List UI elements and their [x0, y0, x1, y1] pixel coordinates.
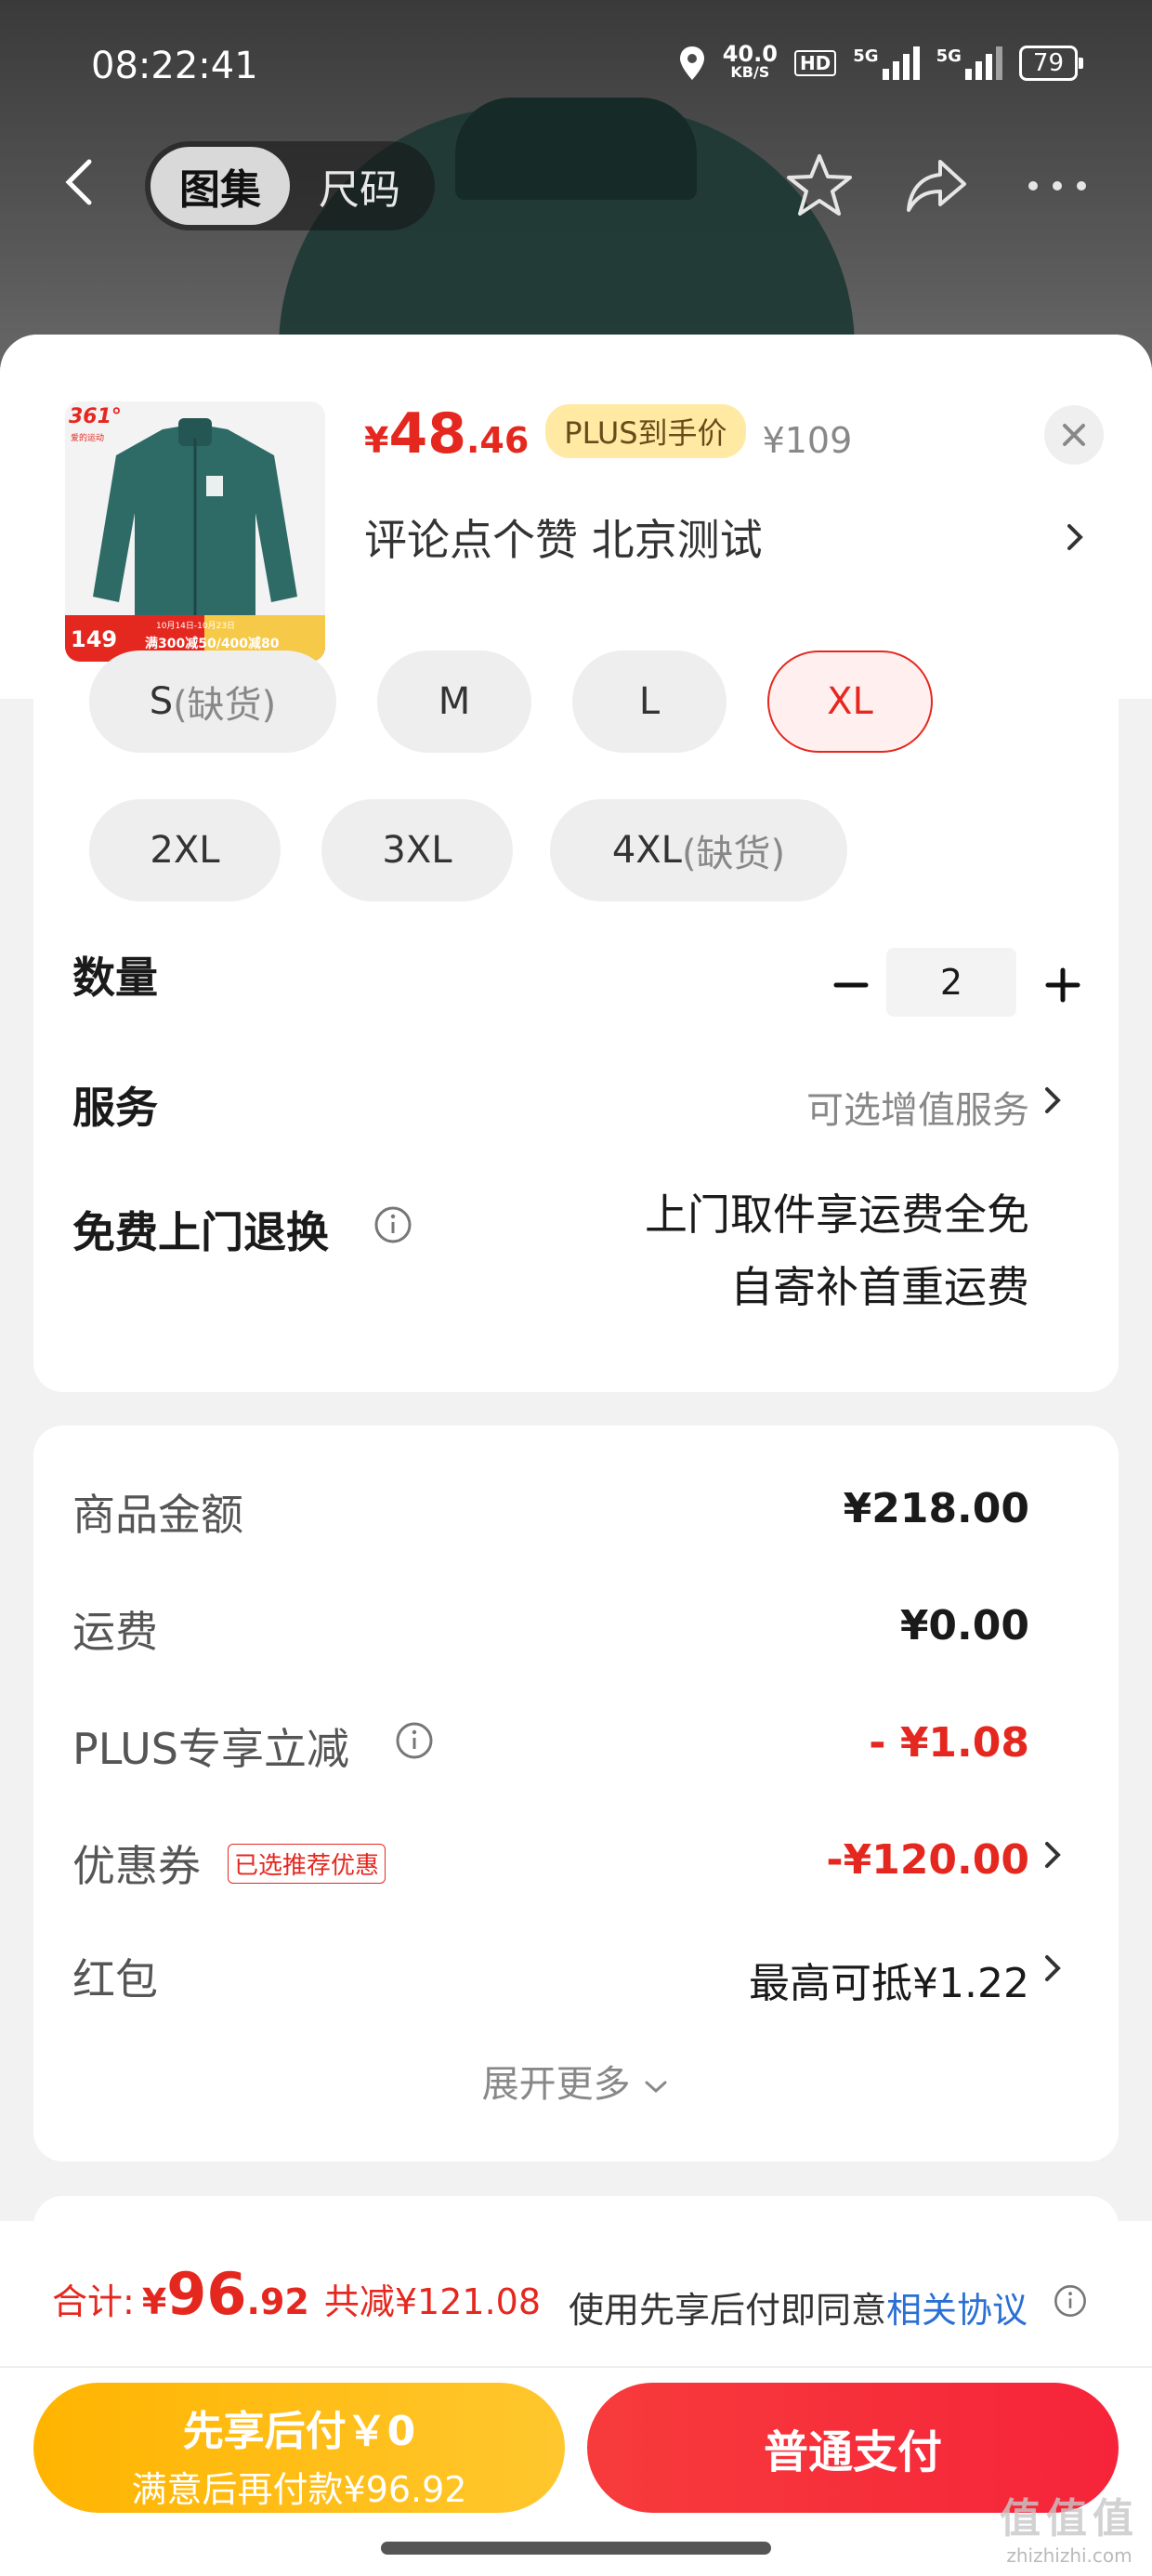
tab-size[interactable]: 尺码 — [290, 156, 429, 216]
current-price: ¥48.46 — [364, 401, 530, 467]
back-icon[interactable] — [58, 156, 100, 208]
share-icon[interactable] — [899, 149, 974, 223]
agreement-text: 使用先享后付即同意相关协议 — [569, 2281, 1028, 2333]
redpack-value[interactable]: 最高可抵¥1.22 — [749, 1950, 1029, 2009]
agreement-link[interactable]: 相关协议 — [886, 2290, 1028, 2331]
chevron-right-icon[interactable] — [1041, 1084, 1065, 1117]
signal-icon: 5G — [853, 46, 920, 80]
spec-card: S (缺货) M L XL 2XL 3XL 4XL (缺货) 数量 2 服务 可选增… — [33, 651, 1119, 1392]
selected-spec-text[interactable]: 评论点个赞 北京测试 — [364, 506, 763, 568]
goods-amount-label: 商品金额 — [72, 1490, 243, 1540]
free-return-label: 免费上门退换 — [72, 1207, 329, 1257]
size-chip-l[interactable]: L — [572, 651, 727, 753]
more-icon[interactable] — [1020, 149, 1094, 223]
pay-later-title: 先享后付￥0 — [182, 2408, 416, 2455]
battery-icon: 79 — [1018, 46, 1084, 81]
quantity-plus-button[interactable] — [1035, 957, 1091, 1013]
sheet-header: 361° 爱的运动 149 满300减50/400减80 10月14日-10月2… — [0, 335, 1152, 699]
quantity-input[interactable]: 2 — [886, 948, 1016, 1017]
expand-more-label: 展开更多 — [481, 2063, 631, 2106]
pay-later-subtitle: 满意后再付款¥96.92 — [131, 2469, 467, 2510]
coupon-value[interactable]: -¥120.00 — [826, 1836, 1029, 1884]
pay-later-button[interactable]: 先享后付￥0 满意后再付款¥96.92 — [33, 2383, 565, 2513]
watermark-logo: 值值值 — [1000, 2495, 1139, 2543]
total-label: 合计: — [52, 2281, 135, 2322]
watermark: 值值值 zhizhizhi.com — [1000, 2485, 1139, 2567]
info-icon[interactable] — [372, 1203, 414, 1246]
watermark-url: zhizhizhi.com — [1006, 2544, 1132, 2567]
fee-card: 商品金额 ¥218.00 运费 ¥0.00 PLUS专享立减 - ¥1.08 优… — [33, 1426, 1119, 2162]
gallery-size-tabs: 图集 尺码 — [145, 141, 435, 230]
free-return-detail: 上门取件享运费全免 自寄补首重运费 — [645, 1178, 1029, 1323]
quantity-minus-button[interactable] — [823, 957, 879, 1013]
total-row: 合计: ¥ 96 .92 共减¥121.08 — [52, 2260, 541, 2328]
signal-icon-2: 5G — [936, 46, 1002, 80]
plus-discount-value: - ¥1.08 — [869, 1719, 1029, 1767]
shipping-value: ¥0.00 — [899, 1602, 1029, 1649]
hd-badge: HD — [793, 50, 837, 76]
service-label: 服务 — [72, 1083, 158, 1133]
agreement-prefix: 使用先享后付即同意 — [569, 2290, 887, 2331]
total-amount-dec: .92 — [246, 2281, 309, 2322]
total-currency: ¥ — [141, 2281, 167, 2322]
info-icon[interactable] — [393, 1719, 436, 1762]
thumb-price-badge: 149 — [71, 626, 118, 652]
size-chip-3xl[interactable]: 3XL — [321, 799, 513, 901]
jacket-collar — [455, 98, 697, 200]
tab-gallery[interactable]: 图集 — [151, 147, 290, 225]
info-icon[interactable] — [1052, 2282, 1089, 2320]
coupon-tag: 已选推荐优惠 — [228, 1844, 386, 1884]
close-button[interactable] — [1044, 405, 1104, 465]
free-return-line2: 自寄补首重运费 — [730, 1262, 1029, 1312]
status-time: 08:22:41 — [91, 45, 258, 87]
total-amount-int: 96 — [166, 2260, 247, 2328]
size-chip-m[interactable]: M — [377, 651, 531, 753]
home-indicator — [381, 2542, 771, 2555]
divider — [0, 2366, 1152, 2368]
status-icons: 40.0 KB/S HD 5G 5G 79 — [678, 41, 1084, 82]
goods-amount-value: ¥218.00 — [843, 1485, 1029, 1532]
service-value[interactable]: 可选增值服务 — [806, 1080, 1029, 1134]
size-chip-2xl[interactable]: 2XL — [89, 799, 281, 901]
thumb-promo-date: 10月14日-10月23日 — [156, 622, 236, 631]
chevron-right-icon[interactable] — [1063, 520, 1087, 554]
free-return-line1: 上门取件享运费全免 — [645, 1189, 1029, 1240]
size-chip-xl-selected[interactable]: XL — [767, 651, 933, 753]
location-icon — [678, 45, 706, 82]
favorite-star-icon[interactable] — [782, 149, 857, 223]
expand-more-button[interactable]: 展开更多 — [33, 2054, 1119, 2108]
chevron-right-icon[interactable] — [1041, 1838, 1065, 1872]
thumb-brand-logo: 361° — [69, 405, 122, 428]
thumb-brand-sub: 爱的运动 — [71, 434, 105, 443]
network-speed: 40.0 KB/S — [722, 41, 778, 81]
chevron-down-icon — [645, 2081, 667, 2094]
price-row: ¥48.46 PLUS到手价 ¥109 — [364, 401, 852, 467]
original-price: ¥109 — [762, 420, 853, 461]
redpack-label: 红包 — [72, 1954, 158, 2004]
plus-discount-label: PLUS专享立减 — [72, 1724, 349, 1774]
quantity-label: 数量 — [72, 953, 158, 1003]
coupon-label: 优惠券 — [72, 1841, 201, 1891]
shipping-label: 运费 — [72, 1607, 158, 1657]
size-chip-s[interactable]: S (缺货) — [89, 651, 336, 753]
size-chip-4xl[interactable]: 4XL (缺货) — [550, 799, 847, 901]
total-saved: 共减¥121.08 — [323, 2281, 542, 2322]
product-thumbnail: 361° 爱的运动 149 满300减50/400减80 10月14日-10月2… — [65, 401, 325, 662]
chevron-right-icon[interactable] — [1041, 1952, 1065, 1985]
plus-price-badge: PLUS到手价 — [545, 404, 746, 458]
thumb-promo: 满300减50/400减80 — [145, 637, 280, 651]
